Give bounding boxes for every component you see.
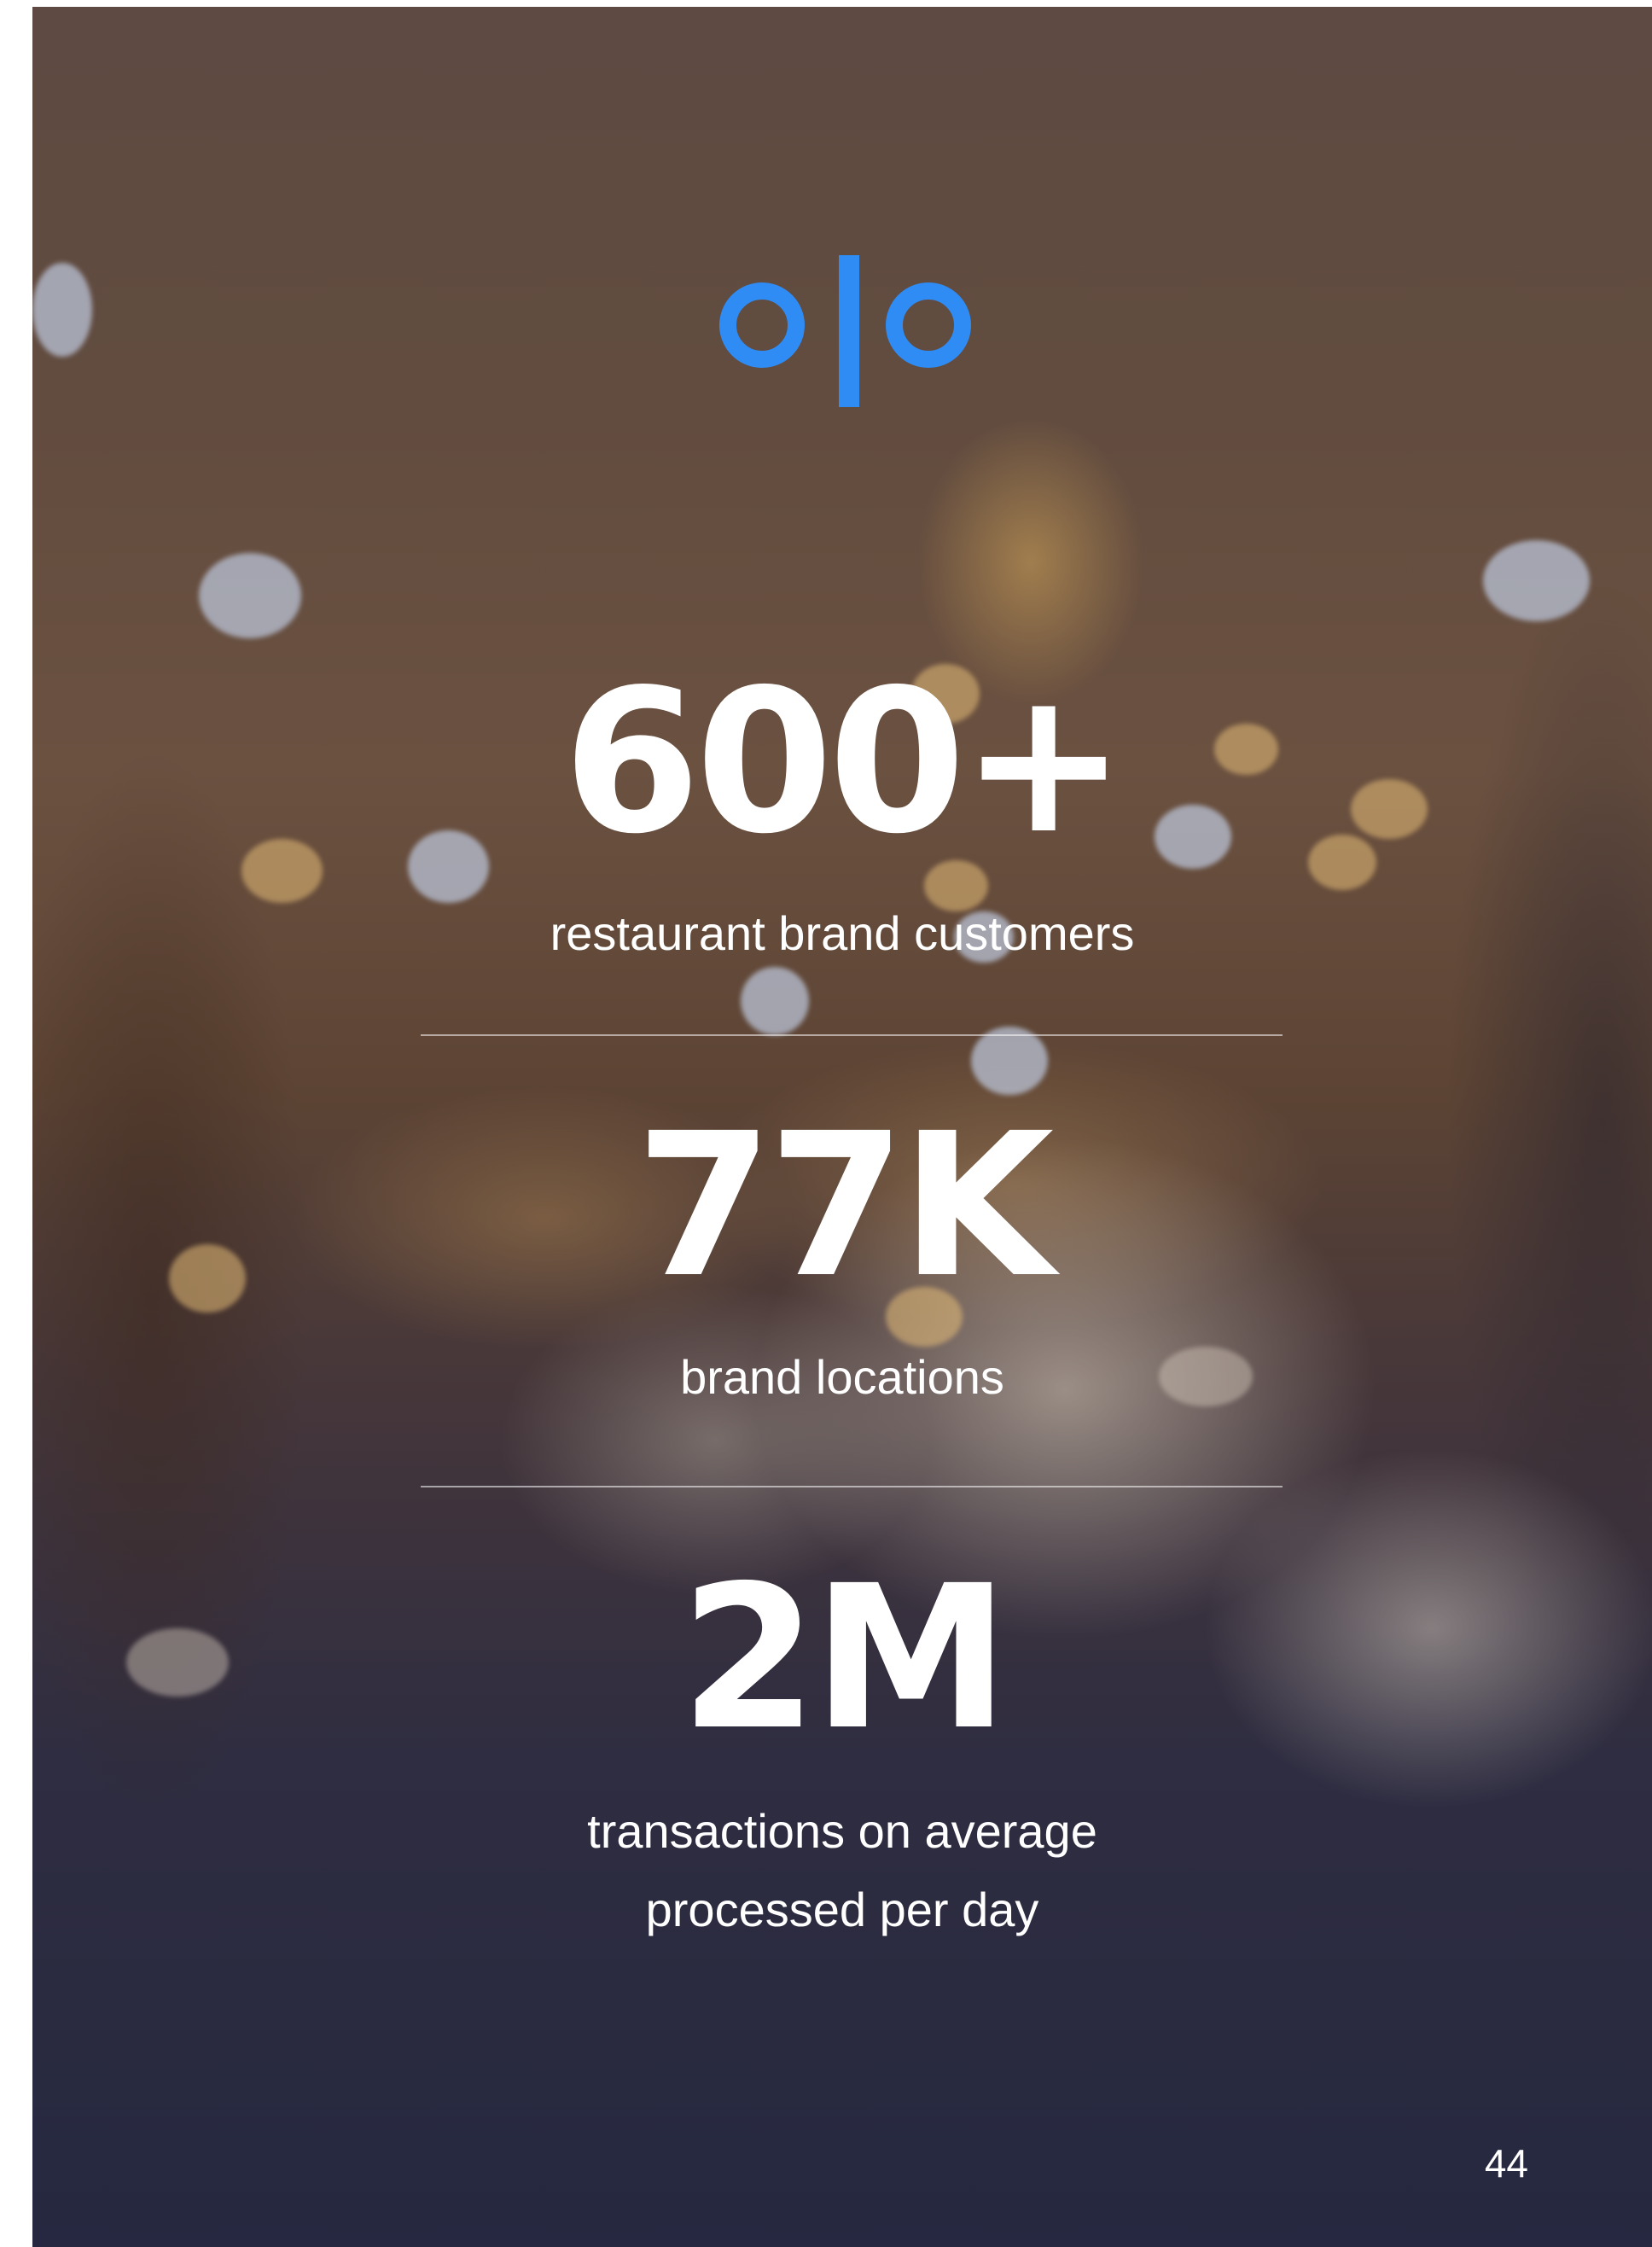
- divider: [421, 1486, 1283, 1487]
- stat-label-transactions-line1: transactions on average: [587, 1804, 1097, 1858]
- page-number: 44: [1484, 2141, 1528, 2186]
- stat-label-locations: brand locations: [680, 1350, 1004, 1404]
- stats-page: 600+ restaurant brand customers 77K bran…: [32, 7, 1652, 2247]
- stat-value-locations: 77K: [635, 1091, 1055, 1321]
- stat-label-customers: restaurant brand customers: [550, 906, 1135, 960]
- stat-label-transactions-line2: processed per day: [645, 1883, 1039, 1936]
- olo-logo: [719, 255, 971, 407]
- stat-value-transactions: 2M: [679, 1543, 1009, 1773]
- divider: [421, 1034, 1283, 1036]
- stat-value-customers: 600+: [562, 647, 1127, 877]
